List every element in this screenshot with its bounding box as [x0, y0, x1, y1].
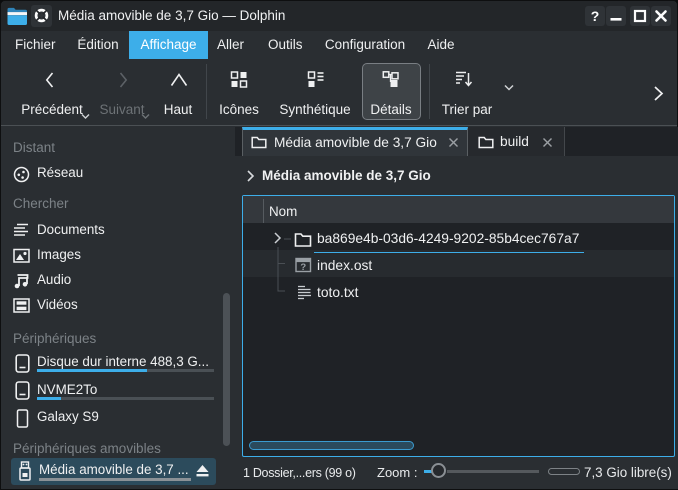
svg-text:?: ?	[300, 262, 306, 273]
svg-text:?: ?	[591, 8, 600, 24]
